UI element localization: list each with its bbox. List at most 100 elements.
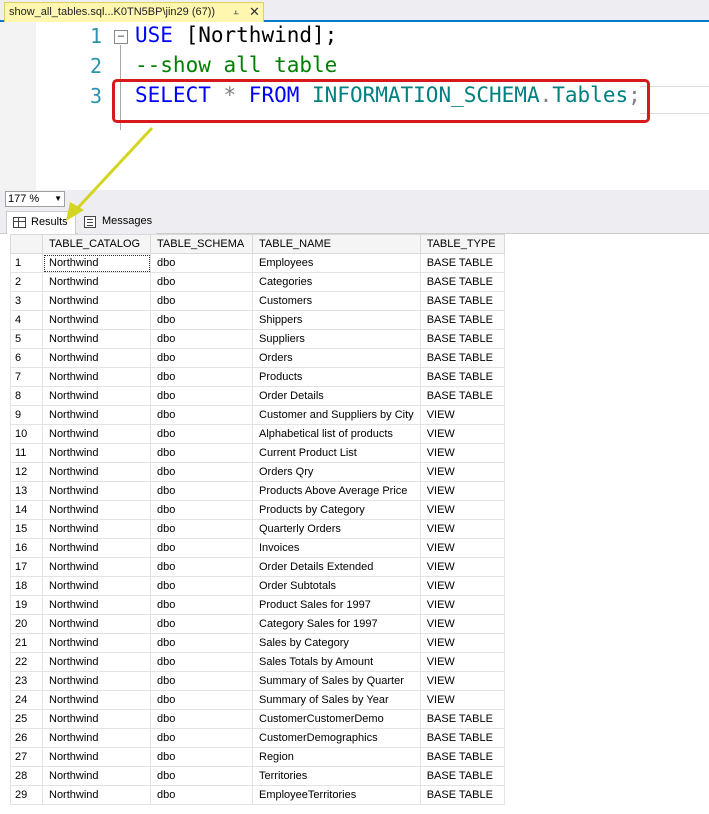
row-number[interactable]: 17 bbox=[10, 557, 43, 577]
table-cell[interactable]: Northwind bbox=[42, 386, 151, 406]
table-cell[interactable]: dbo bbox=[150, 367, 253, 387]
row-number[interactable]: 3 bbox=[10, 291, 43, 311]
table-cell[interactable]: dbo bbox=[150, 386, 253, 406]
table-cell[interactable]: Northwind bbox=[42, 633, 151, 653]
table-cell[interactable]: VIEW bbox=[419, 671, 505, 691]
table-cell[interactable]: dbo bbox=[150, 291, 253, 311]
table-cell[interactable]: BASE TABLE bbox=[419, 310, 505, 330]
table-cell[interactable]: BASE TABLE bbox=[419, 348, 505, 368]
table-row[interactable]: 24 Northwind dbo Summary of Sales by Year VI… bbox=[10, 690, 505, 710]
row-number[interactable]: 10 bbox=[10, 424, 43, 444]
table-cell[interactable]: dbo bbox=[150, 747, 253, 767]
table-cell[interactable]: Northwind bbox=[42, 766, 151, 786]
row-number[interactable]: 28 bbox=[10, 766, 43, 786]
table-cell[interactable]: BASE TABLE bbox=[419, 253, 505, 273]
row-number[interactable]: 4 bbox=[10, 310, 43, 330]
table-cell[interactable]: VIEW bbox=[419, 595, 505, 615]
table-cell[interactable]: dbo bbox=[150, 519, 253, 539]
table-cell[interactable]: dbo bbox=[150, 557, 253, 577]
table-row[interactable]: 4 Northwind dbo Shippers BASE TABLE bbox=[10, 310, 505, 330]
table-cell[interactable]: VIEW bbox=[419, 690, 505, 710]
table-row[interactable]: 17 Northwind dbo Order Details Extended VIEW bbox=[10, 557, 505, 577]
table-cell[interactable]: dbo bbox=[150, 652, 253, 672]
table-cell[interactable]: Northwind bbox=[42, 329, 151, 349]
table-cell[interactable]: CustomerCustomerDemo bbox=[252, 709, 421, 729]
table-cell[interactable]: dbo bbox=[150, 614, 253, 634]
row-number[interactable]: 27 bbox=[10, 747, 43, 767]
table-cell[interactable]: Northwind bbox=[42, 519, 151, 539]
code-line[interactable]: --show all table bbox=[135, 53, 337, 77]
table-cell[interactable]: dbo bbox=[150, 348, 253, 368]
row-number[interactable]: 21 bbox=[10, 633, 43, 653]
table-cell[interactable]: Orders bbox=[252, 348, 421, 368]
table-row[interactable]: 27 Northwind dbo Region BASE TABLE bbox=[10, 747, 505, 767]
table-cell[interactable]: Northwind bbox=[42, 500, 151, 520]
table-row[interactable]: 22 Northwind dbo Sales Totals by Amount VIEW bbox=[10, 652, 505, 672]
table-cell[interactable]: BASE TABLE bbox=[419, 709, 505, 729]
table-row[interactable]: 14 Northwind dbo Products by Category VIEW bbox=[10, 500, 505, 520]
table-cell[interactable]: Northwind bbox=[42, 367, 151, 387]
row-number[interactable]: 13 bbox=[10, 481, 43, 501]
row-number-header[interactable] bbox=[10, 234, 43, 254]
table-cell[interactable]: Northwind bbox=[42, 443, 151, 463]
column-header[interactable]: TABLE_TYPE bbox=[419, 234, 505, 254]
row-number[interactable]: 19 bbox=[10, 595, 43, 615]
table-cell[interactable]: VIEW bbox=[419, 424, 505, 444]
table-cell[interactable]: Sales by Category bbox=[252, 633, 421, 653]
table-row[interactable]: 15 Northwind dbo Quarterly Orders VIEW bbox=[10, 519, 505, 539]
table-cell[interactable]: Order Subtotals bbox=[252, 576, 421, 596]
row-number[interactable]: 23 bbox=[10, 671, 43, 691]
code-line[interactable]: USE [Northwind]; bbox=[135, 23, 337, 47]
table-cell[interactable]: dbo bbox=[150, 443, 253, 463]
table-row[interactable]: 28 Northwind dbo Territories BASE TABLE bbox=[10, 766, 505, 786]
table-cell[interactable]: Northwind bbox=[42, 405, 151, 425]
tab-messages[interactable]: Messages bbox=[78, 211, 156, 234]
table-cell[interactable]: Northwind bbox=[42, 652, 151, 672]
row-number[interactable]: 29 bbox=[10, 785, 43, 805]
collapse-icon[interactable]: − bbox=[114, 30, 128, 44]
table-cell[interactable]: BASE TABLE bbox=[419, 272, 505, 292]
table-row[interactable]: 19 Northwind dbo Product Sales for 1997 VIEW bbox=[10, 595, 505, 615]
query-editor[interactable]: 1 2 3 − USE [Northwind]; --show all tabl… bbox=[0, 22, 709, 190]
table-cell[interactable]: Customers bbox=[252, 291, 421, 311]
table-cell[interactable]: Northwind bbox=[42, 785, 151, 805]
table-cell[interactable]: VIEW bbox=[419, 633, 505, 653]
table-row[interactable]: 5 Northwind dbo Suppliers BASE TABLE bbox=[10, 329, 505, 349]
column-header[interactable]: TABLE_SCHEMA bbox=[150, 234, 253, 254]
table-cell[interactable]: dbo bbox=[150, 272, 253, 292]
table-cell[interactable]: dbo bbox=[150, 500, 253, 520]
table-cell[interactable]: Summary of Sales by Year bbox=[252, 690, 421, 710]
table-cell[interactable]: VIEW bbox=[419, 481, 505, 501]
table-cell[interactable]: dbo bbox=[150, 329, 253, 349]
row-number[interactable]: 20 bbox=[10, 614, 43, 634]
table-cell[interactable]: Categories bbox=[252, 272, 421, 292]
table-cell[interactable]: dbo bbox=[150, 671, 253, 691]
table-cell[interactable]: BASE TABLE bbox=[419, 785, 505, 805]
table-cell[interactable]: BASE TABLE bbox=[419, 291, 505, 311]
table-cell[interactable]: BASE TABLE bbox=[419, 386, 505, 406]
table-row[interactable]: 9 Northwind dbo Customer and Suppliers by C… bbox=[10, 405, 505, 425]
table-cell[interactable]: BASE TABLE bbox=[419, 766, 505, 786]
table-row[interactable]: 26 Northwind dbo CustomerDemographics BASE T… bbox=[10, 728, 505, 748]
table-row[interactable]: 3 Northwind dbo Customers BASE TABLE bbox=[10, 291, 505, 311]
table-cell[interactable]: VIEW bbox=[419, 614, 505, 634]
table-cell[interactable]: Northwind bbox=[42, 462, 151, 482]
zoom-dropdown[interactable]: 177 % ▼ bbox=[5, 191, 65, 207]
table-cell[interactable]: Employees bbox=[252, 253, 421, 273]
table-row[interactable]: 6 Northwind dbo Orders BASE TABLE bbox=[10, 348, 505, 368]
row-number[interactable]: 24 bbox=[10, 690, 43, 710]
row-number[interactable]: 1 bbox=[10, 253, 43, 273]
table-row[interactable]: 29 Northwind dbo EmployeeTerritories BASE TA… bbox=[10, 785, 505, 805]
table-cell[interactable]: BASE TABLE bbox=[419, 728, 505, 748]
table-cell[interactable]: Northwind bbox=[42, 728, 151, 748]
row-number[interactable]: 2 bbox=[10, 272, 43, 292]
table-cell[interactable]: dbo bbox=[150, 424, 253, 444]
table-cell[interactable]: Region bbox=[252, 747, 421, 767]
table-cell[interactable]: Northwind bbox=[42, 595, 151, 615]
table-cell[interactable]: Northwind bbox=[42, 253, 151, 273]
table-cell[interactable]: Northwind bbox=[42, 272, 151, 292]
table-cell[interactable]: dbo bbox=[150, 595, 253, 615]
table-cell[interactable]: Product Sales for 1997 bbox=[252, 595, 421, 615]
table-cell[interactable]: BASE TABLE bbox=[419, 329, 505, 349]
table-cell[interactable]: Northwind bbox=[42, 557, 151, 577]
